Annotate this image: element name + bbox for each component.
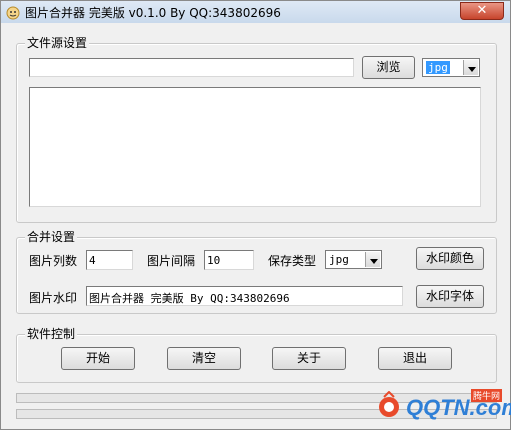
clear-button[interactable]: 清空	[167, 347, 241, 370]
merge-group-label: 合并设置	[25, 230, 78, 244]
site-watermark: QQTN.com 腾牛网	[376, 389, 511, 423]
about-button[interactable]: 关于	[272, 347, 346, 370]
file-list[interactable]	[29, 87, 481, 207]
columns-label: 图片列数	[29, 254, 78, 268]
spacing-label: 图片间隔	[147, 254, 196, 268]
columns-input[interactable]: 4	[86, 250, 133, 270]
save-type-select[interactable]: jpg	[325, 250, 382, 269]
site-tag: 腾牛网	[470, 389, 502, 402]
watermark-label: 图片水印	[29, 291, 78, 305]
source-path-input[interactable]	[29, 58, 354, 77]
source-group-label: 文件源设置	[25, 36, 90, 50]
app-icon	[6, 6, 20, 20]
chevron-down-icon	[365, 252, 380, 267]
chevron-down-icon	[463, 60, 478, 75]
window-title: 图片合并器 完美版 v0.1.0 By QQ:343802696	[25, 6, 281, 20]
close-button[interactable]: ✕	[460, 2, 504, 20]
app-window: 图片合并器 完美版 v0.1.0 By QQ:343802696 ✕ 文件源设置…	[0, 0, 511, 430]
save-type-label: 保存类型	[268, 254, 317, 268]
spacing-input[interactable]: 10	[204, 250, 254, 270]
qqtn-logo-icon	[379, 391, 399, 417]
source-format-value: jpg	[426, 61, 450, 74]
browse-button[interactable]: 浏览	[362, 56, 415, 79]
title-bar[interactable]: 图片合并器 完美版 v0.1.0 By QQ:343802696 ✕	[1, 1, 510, 23]
watermark-color-button[interactable]: 水印颜色	[416, 247, 484, 270]
save-type-value: jpg	[329, 253, 349, 266]
exit-button[interactable]: 退出	[378, 347, 452, 370]
control-group-label: 软件控制	[25, 327, 78, 341]
watermark-input[interactable]: 图片合并器 完美版 By QQ:343802696	[86, 286, 403, 306]
source-format-select[interactable]: jpg	[422, 58, 480, 77]
watermark-font-button[interactable]: 水印字体	[416, 285, 484, 308]
start-button[interactable]: 开始	[61, 347, 135, 370]
